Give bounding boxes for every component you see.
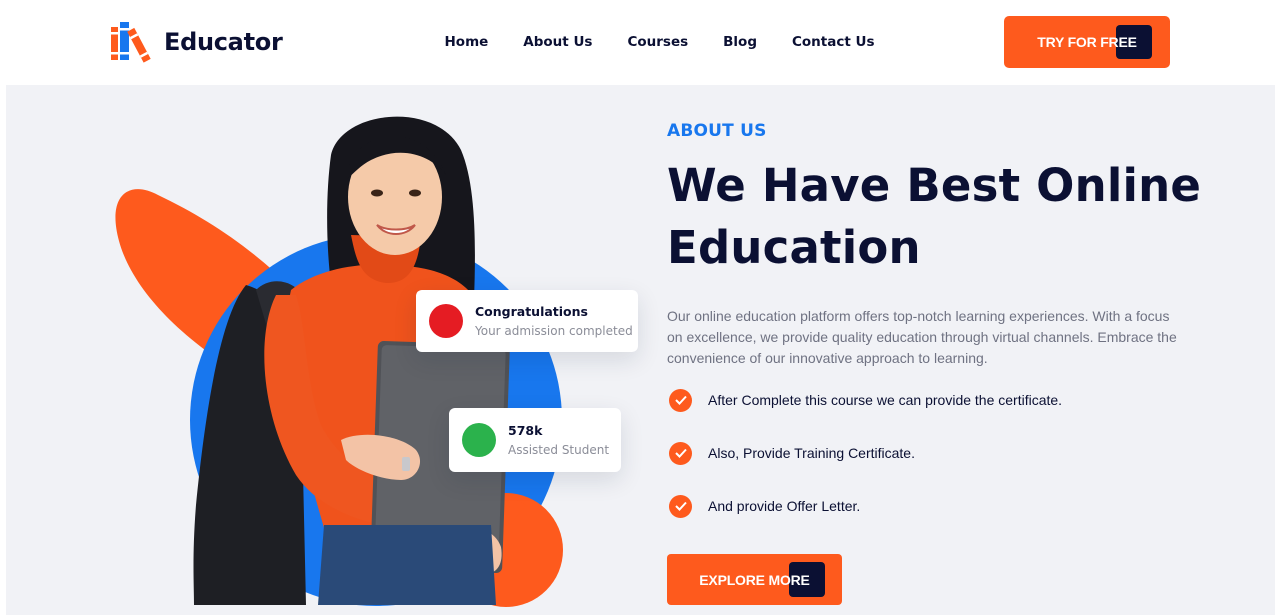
feature-label: Also, Provide Training Certificate. [708, 445, 915, 461]
check-icon [669, 388, 692, 412]
list-item: Also, Provide Training Certificate. [667, 439, 1187, 467]
congrats-subtitle: Your admission completed [475, 324, 633, 338]
congrats-title: Congratulations [475, 304, 588, 319]
nav-about-us[interactable]: About Us [506, 30, 610, 54]
list-item: After Complete this course we can provid… [667, 386, 1187, 414]
title-line-2: Education [667, 221, 921, 274]
main-nav: Home About Us Courses Blog Contact Us [427, 30, 892, 54]
hero-illustration: Congratulations Your admission completed… [6, 85, 646, 615]
feature-label: After Complete this course we can provid… [708, 392, 1063, 408]
nav-contact-us[interactable]: Contact Us [775, 30, 893, 54]
try-for-free-label: TRY FOR FREE [1037, 34, 1137, 50]
students-count: 578k [508, 423, 543, 438]
page-title: We Have Best Online Education [667, 155, 1227, 279]
admission-card: Congratulations Your admission completed [416, 290, 638, 352]
title-line-1: We Have Best Online [667, 159, 1202, 212]
nav-blog[interactable]: Blog [706, 30, 775, 54]
books-icon [111, 22, 151, 63]
about-paragraph: Our online education platform offers top… [667, 308, 1177, 366]
explore-more-label: EXPLORE MORE [699, 571, 810, 588]
logo[interactable]: Educator [110, 21, 283, 63]
logo-text: Educator [164, 28, 283, 56]
explore-more-button[interactable]: EXPLORE MORE [667, 554, 842, 605]
students-card: 578k Assisted Student [449, 408, 621, 472]
list-item: And provide Offer Letter. [667, 492, 1187, 520]
feature-label: And provide Offer Letter. [708, 498, 861, 514]
nav-home[interactable]: Home [427, 30, 506, 54]
document-edit-icon [417, 291, 463, 338]
graduation-cap-icon [450, 410, 496, 457]
section-kicker: ABOUT US [667, 121, 767, 141]
check-icon [669, 441, 692, 465]
check-icon [669, 494, 692, 518]
feature-list: After Complete this course we can provid… [667, 386, 1187, 545]
students-subtitle: Assisted Student [508, 443, 610, 457]
try-for-free-button[interactable]: TRY FOR FREE [1004, 16, 1170, 68]
site-header: Educator Home About Us Courses Blog Cont… [0, 0, 1280, 85]
about-section: Congratulations Your admission completed… [6, 85, 1275, 615]
nav-courses[interactable]: Courses [610, 30, 706, 54]
